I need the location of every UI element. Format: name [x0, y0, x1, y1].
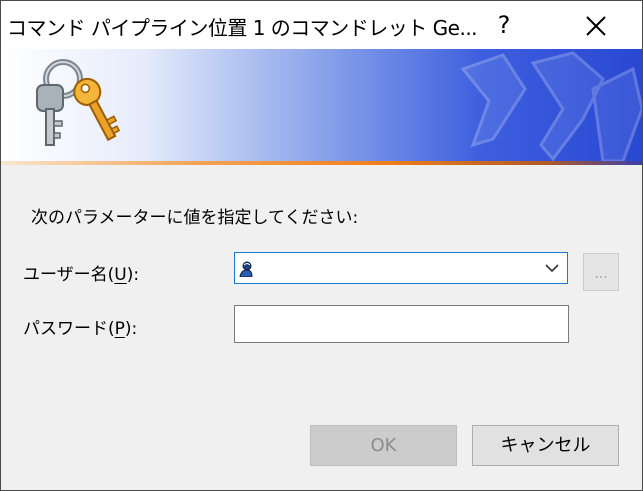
credential-dialog: コマンド パイプライン位置 1 のコマンドレット Ge... ? 次のパラメータ…	[0, 0, 643, 491]
username-label: ユーザー名(U):	[23, 260, 139, 285]
close-icon	[586, 15, 606, 36]
username-combobox[interactable]	[234, 252, 568, 284]
cancel-button[interactable]: キャンセル	[472, 425, 619, 466]
username-label-suffix: ):	[126, 265, 140, 285]
password-label-suffix: ):	[124, 319, 138, 339]
title-bar: コマンド パイプライン位置 1 のコマンドレット Ge... ?	[1, 1, 642, 49]
password-label-prefix: パスワード(	[23, 319, 115, 339]
username-label-prefix: ユーザー名(	[23, 265, 115, 285]
brand-watermark-icon	[460, 51, 642, 161]
password-label: パスワード(P):	[23, 314, 137, 339]
prompt-text: 次のパラメーターに値を指定してください:	[31, 208, 359, 228]
keys-icon	[36, 59, 121, 146]
header-banner	[1, 49, 642, 161]
window-title: コマンド パイプライン位置 1 のコマンドレット Ge...	[7, 16, 477, 40]
close-button[interactable]	[573, 1, 619, 49]
password-accelerator: P	[114, 319, 125, 339]
browse-button[interactable]: ...	[583, 253, 619, 291]
user-icon	[239, 261, 253, 277]
username-accelerator: U	[114, 265, 127, 285]
help-button[interactable]: ?	[481, 1, 527, 49]
banner-divider	[1, 161, 642, 165]
password-field[interactable]	[234, 305, 569, 343]
ok-button[interactable]: OK	[310, 425, 457, 466]
chevron-down-icon[interactable]	[545, 263, 559, 273]
